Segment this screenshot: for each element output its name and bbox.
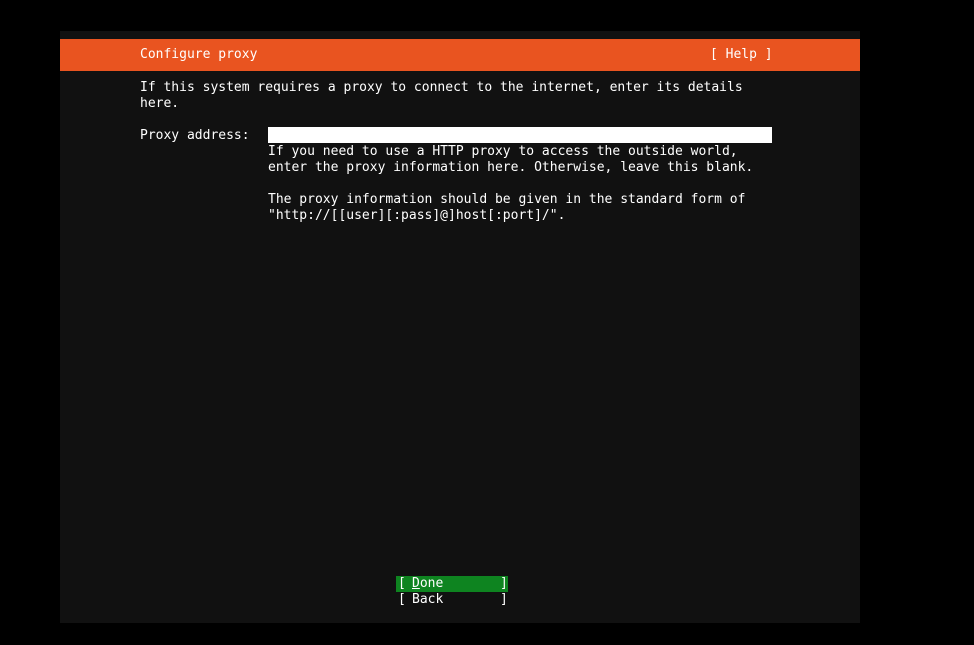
done-button-open-bracket: [ (398, 576, 406, 591)
title-bar: Configure proxy [ Help ] (60, 39, 860, 71)
back-button-close-bracket: ] (500, 592, 508, 607)
proxy-address-input[interactable] (268, 127, 772, 143)
back-button-label: Back (412, 592, 444, 607)
proxy-address-label: Proxy address: (140, 128, 250, 143)
back-button-open-bracket: [ (398, 592, 406, 607)
intro-text: If this system requires a proxy to conne… (140, 80, 743, 111)
installer-screen: Configure proxy [ Help ] If this system … (60, 31, 860, 623)
back-button[interactable]: [ Back ] (396, 592, 508, 608)
done-button-label: Done (412, 576, 444, 591)
done-button-close-bracket: ] (500, 576, 508, 591)
proxy-help-text: If you need to use a HTTP proxy to acces… (268, 144, 754, 223)
help-button[interactable]: [ Help ] (710, 47, 773, 63)
screen-title: Configure proxy (140, 47, 258, 62)
done-button[interactable]: [ Done ] (396, 576, 508, 592)
